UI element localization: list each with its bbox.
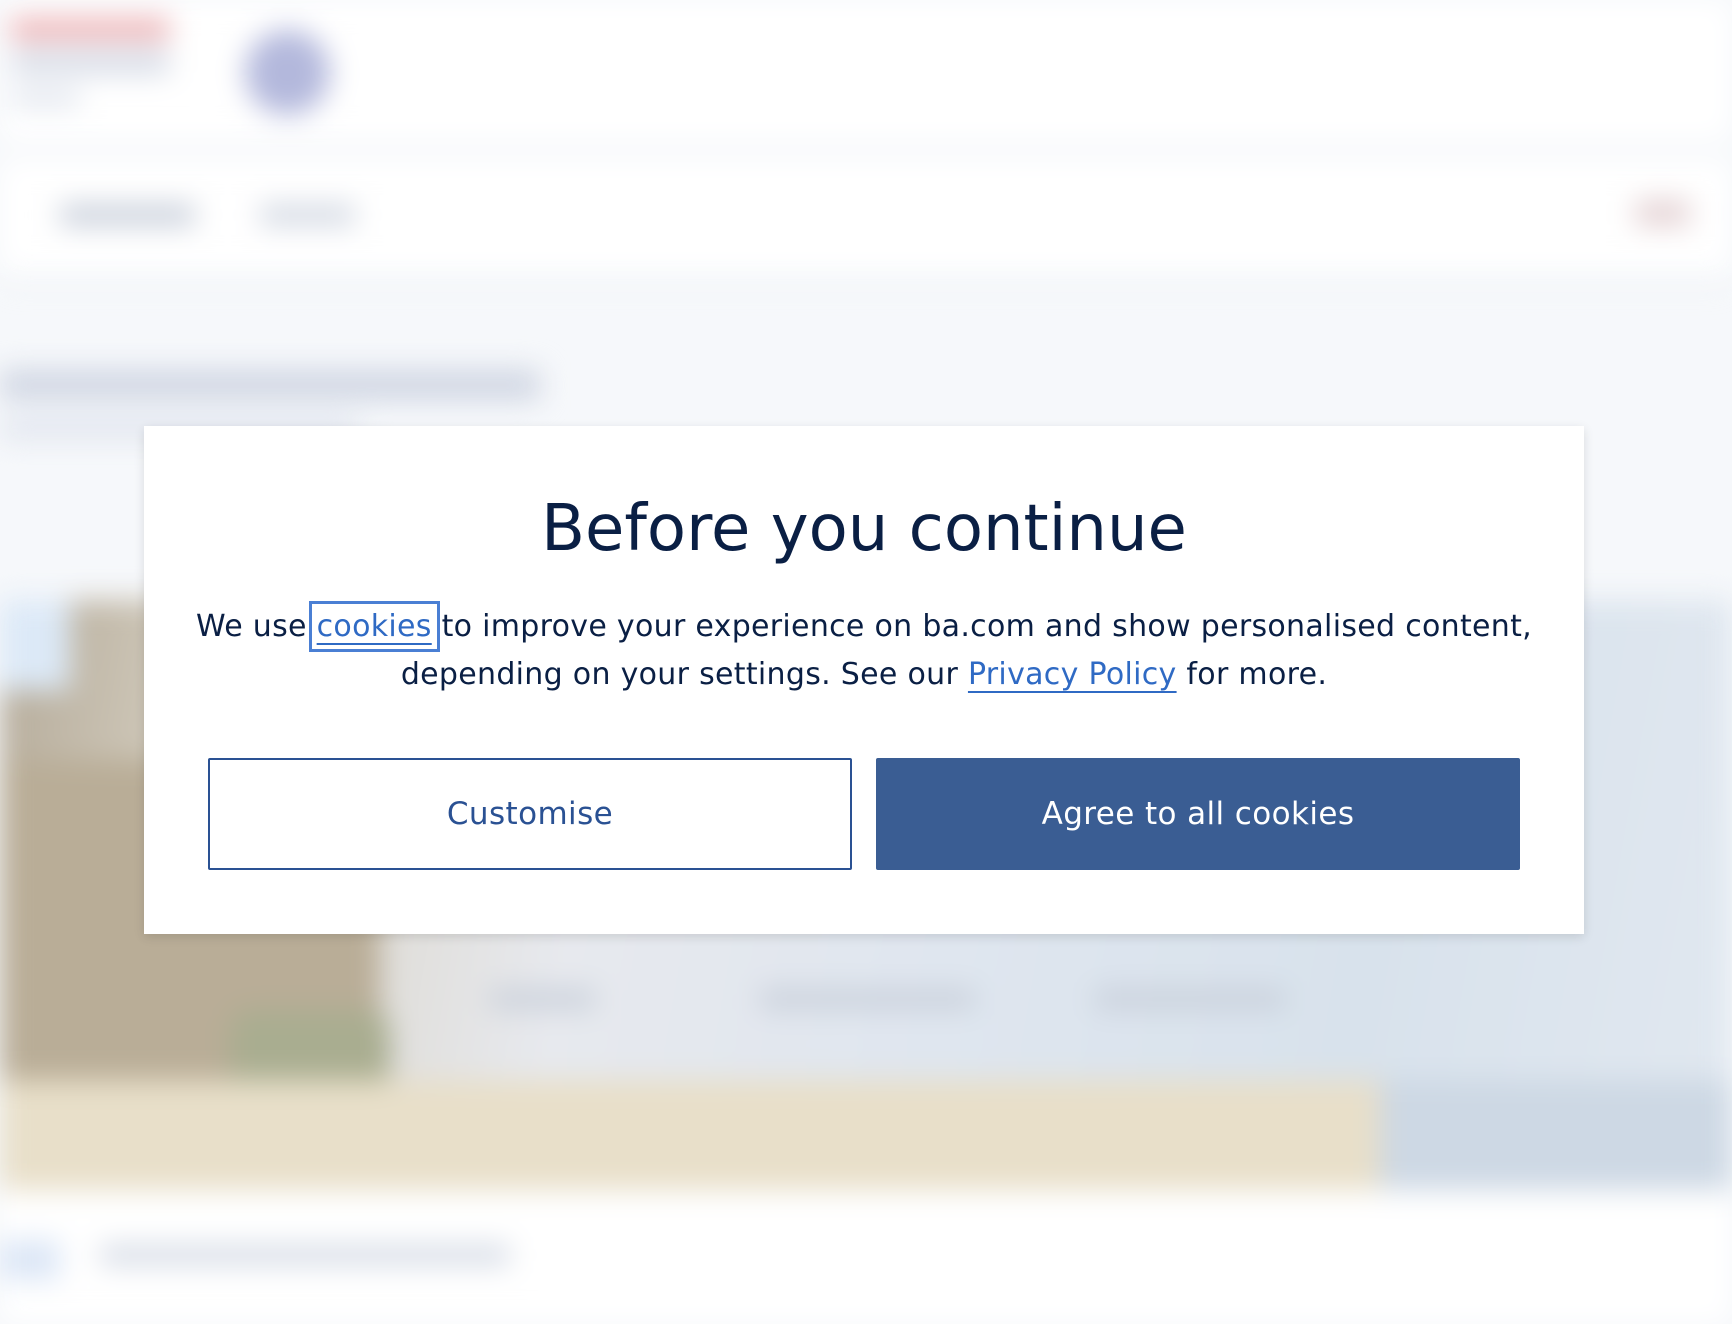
background-footer-text: [100, 1245, 510, 1265]
customise-button[interactable]: Customise: [208, 758, 852, 870]
cookie-consent-dialog: Before you continue We use cookies to im…: [144, 426, 1584, 934]
message-text-end: for more.: [1176, 657, 1328, 692]
background-tab: [760, 990, 975, 1008]
background-tab: [1095, 990, 1285, 1008]
background-emblem: [245, 30, 330, 115]
background-logo-subtext: [10, 90, 80, 106]
background-heading: [0, 370, 540, 400]
dialog-message: We use cookies to improve your experienc…: [184, 601, 1544, 699]
message-text-middle: to improve your experience on ba.com and…: [400, 609, 1532, 692]
background-divider: [0, 285, 1732, 287]
background-nav-item: [60, 205, 195, 225]
background-nav-item: [260, 205, 355, 225]
background-logo-stripe: [10, 20, 170, 38]
privacy-policy-link[interactable]: Privacy Policy: [968, 657, 1177, 692]
message-text-start: We use: [196, 609, 317, 644]
background-tab: [490, 990, 595, 1008]
cookies-link[interactable]: cookies: [308, 601, 440, 652]
background-side-panel: [0, 600, 70, 690]
dialog-title: Before you continue: [541, 492, 1187, 566]
agree-to-all-cookies-button[interactable]: Agree to all cookies: [876, 758, 1520, 870]
background-footer-badge: [0, 1240, 60, 1280]
background-hero-water: [1380, 1080, 1732, 1190]
background-logo-text: [10, 50, 170, 74]
background-nav-item: [1635, 200, 1690, 226]
